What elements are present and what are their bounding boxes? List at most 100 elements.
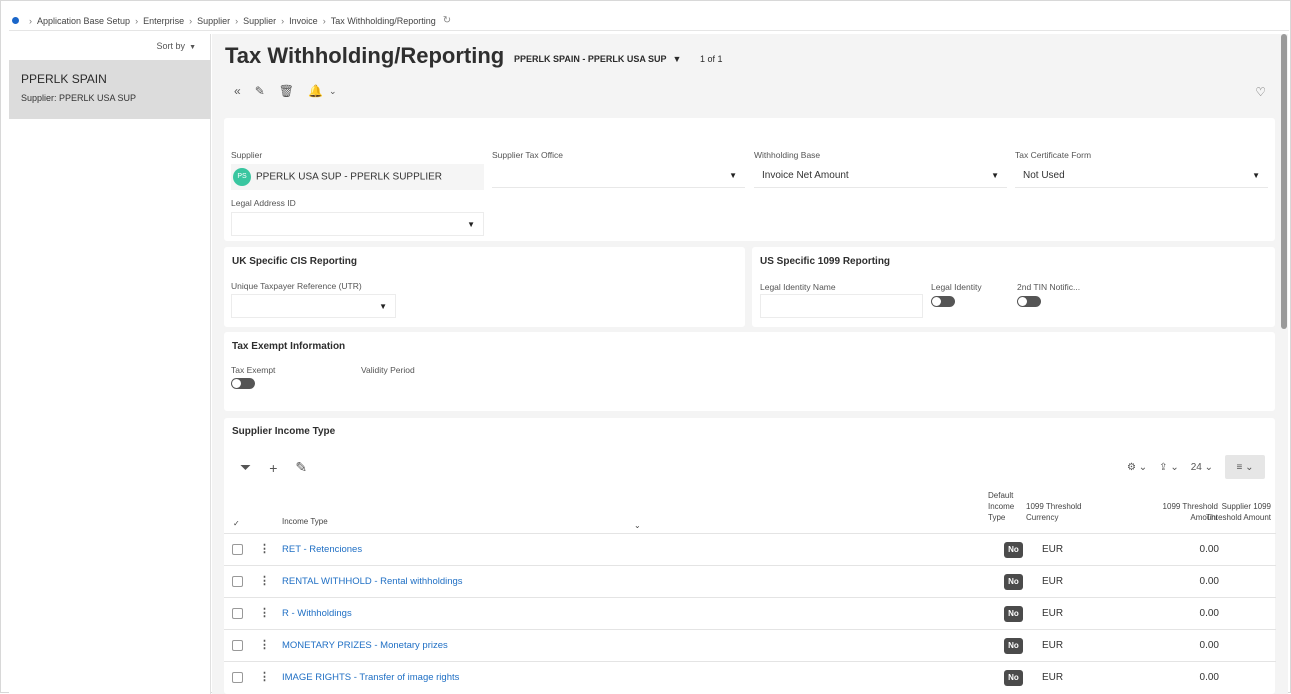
record-list-item[interactable]: PPERLK SPAIN Supplier: PPERLK USA SUP bbox=[9, 60, 211, 119]
income-type-title: Supplier Income Type bbox=[232, 426, 336, 437]
income-type-link[interactable]: R - Withholdings bbox=[282, 608, 352, 619]
header-line: Currency bbox=[1026, 513, 1059, 522]
chevron-right-icon: › bbox=[235, 15, 239, 26]
header-line: Default bbox=[988, 491, 1014, 500]
vertical-scrollbar[interactable] bbox=[1281, 34, 1287, 329]
favorite-icon[interactable]: ♡ bbox=[1255, 85, 1266, 99]
page-size-select[interactable]: 24 ⌄ bbox=[1191, 462, 1213, 473]
main-content: Tax Withholding/Reporting PPERLK SPAIN -… bbox=[212, 34, 1288, 694]
table-toolbar: ⏷ + ✎ bbox=[240, 459, 307, 476]
edit-icon[interactable]: ✎ bbox=[255, 84, 265, 98]
row-menu-icon[interactable]: ⋮ bbox=[259, 606, 270, 619]
dropdown-arrow-icon: ▼ bbox=[729, 171, 737, 180]
collapse-left-icon[interactable]: « bbox=[234, 84, 241, 98]
tax-office-select[interactable]: ▼ bbox=[492, 164, 745, 188]
chevron-down-icon[interactable]: ⌄ bbox=[329, 86, 337, 97]
row-menu-icon[interactable]: ⋮ bbox=[259, 638, 270, 651]
table-row[interactable]: ⋮ RENTAL WITHHOLD - Rental withholdings … bbox=[224, 565, 1276, 597]
legal-address-select[interactable]: ▼ bbox=[231, 212, 484, 236]
amount-cell: 0.00 bbox=[1199, 640, 1219, 651]
income-type-link[interactable]: IMAGE RIGHTS - Transfer of image rights bbox=[282, 672, 459, 683]
column-header-income-type[interactable]: Income Type bbox=[282, 516, 328, 527]
legal-identity-toggle[interactable] bbox=[931, 296, 955, 307]
breadcrumb-item[interactable]: Supplier bbox=[197, 16, 230, 26]
tax-exempt-card: Tax Exempt Information Tax Exempt Validi… bbox=[224, 332, 1275, 411]
withholding-base-select[interactable]: Invoice Net Amount ▼ bbox=[754, 164, 1007, 188]
row-menu-icon[interactable]: ⋮ bbox=[259, 574, 270, 587]
caret-down-icon: ▼ bbox=[672, 54, 682, 64]
column-header-supplier-threshold[interactable]: Supplier 1099 Threshold Amount bbox=[1192, 501, 1271, 523]
breadcrumb-item-current: Tax Withholding/Reporting bbox=[330, 15, 436, 26]
validity-period-label: Validity Period bbox=[361, 365, 415, 375]
tax-office-label: Supplier Tax Office bbox=[492, 150, 564, 160]
record-selector-label: PPERLK SPAIN - PPERLK USA SUP bbox=[514, 54, 667, 64]
legal-identity-name-label: Legal Identity Name bbox=[760, 282, 836, 292]
home-icon[interactable] bbox=[12, 17, 19, 24]
tax-exempt-title: Tax Exempt Information bbox=[232, 341, 346, 352]
record-list-pane: Sort by ▼ PPERLK SPAIN Supplier: PPERLK U… bbox=[9, 34, 211, 694]
income-type-link[interactable]: MONETARY PRIZES - Monetary prizes bbox=[282, 640, 448, 651]
utr-select[interactable]: ▼ bbox=[231, 294, 396, 318]
record-subtitle: Supplier: PPERLK USA SUP bbox=[21, 93, 137, 103]
list-view-icon: ≡ ⌄ bbox=[1236, 461, 1254, 473]
row-menu-icon[interactable]: ⋮ bbox=[259, 542, 270, 555]
table-row[interactable]: ⋮ IMAGE RIGHTS - Transfer of image right… bbox=[224, 661, 1276, 693]
sort-by-button[interactable]: Sort by ▼ bbox=[157, 41, 196, 51]
edit-icon[interactable]: ✎ bbox=[295, 459, 307, 476]
uk-cis-title: UK Specific CIS Reporting bbox=[232, 256, 358, 267]
settings-icon[interactable]: ⚙ ⌄ bbox=[1127, 462, 1147, 473]
delete-icon[interactable]: 🗑 bbox=[279, 84, 294, 98]
table-row[interactable]: ⋮ MONETARY PRIZES - Monetary prizes No E… bbox=[224, 629, 1276, 661]
row-checkbox[interactable] bbox=[232, 544, 243, 555]
breadcrumb-item[interactable]: Application Base Setup bbox=[37, 16, 130, 26]
row-checkbox[interactable] bbox=[232, 576, 243, 587]
row-checkbox[interactable] bbox=[232, 672, 243, 683]
dropdown-arrow-icon: ▼ bbox=[991, 171, 999, 180]
refresh-icon[interactable]: ↻ bbox=[443, 15, 451, 26]
select-all-checkbox[interactable]: ✓ bbox=[233, 518, 240, 529]
row-menu-icon[interactable]: ⋮ bbox=[259, 670, 270, 683]
row-checkbox[interactable] bbox=[232, 640, 243, 651]
breadcrumb-item[interactable]: Supplier bbox=[243, 16, 276, 26]
header-line: 1099 Threshold bbox=[1026, 502, 1082, 511]
toolbar: « ✎ 🗑 🔔 ⌄ bbox=[234, 84, 336, 98]
record-selector[interactable]: PPERLK SPAIN - PPERLK USA SUP ▼ bbox=[514, 54, 681, 64]
us-1099-title: US Specific 1099 Reporting bbox=[760, 256, 891, 267]
bell-icon[interactable]: 🔔 bbox=[308, 84, 323, 98]
table-row[interactable]: ⋮ RET - Retenciones No EUR 0.00 bbox=[224, 533, 1276, 565]
header-line: Income bbox=[988, 502, 1015, 511]
dropdown-arrow-icon: ▼ bbox=[1252, 171, 1260, 180]
filter-icon[interactable]: ⏷ bbox=[240, 459, 251, 476]
income-type-link[interactable]: RENTAL WITHHOLD - Rental withholdings bbox=[282, 576, 463, 587]
export-icon[interactable]: ⇪ ⌄ bbox=[1159, 462, 1179, 473]
column-header-default-income-type[interactable]: Default Income Type bbox=[988, 490, 1014, 523]
default-badge: No bbox=[1004, 606, 1023, 622]
chevron-right-icon: › bbox=[29, 15, 32, 26]
table-row[interactable]: ⋮ R - Withholdings No EUR 0.00 bbox=[224, 597, 1276, 629]
breadcrumb: › Application Base Setup › Enterprise › … bbox=[9, 11, 1289, 31]
default-badge: No bbox=[1004, 542, 1023, 558]
row-checkbox[interactable] bbox=[232, 608, 243, 619]
amount-cell: 0.00 bbox=[1199, 576, 1219, 587]
income-type-link[interactable]: RET - Retenciones bbox=[282, 544, 362, 555]
withholding-base-label: Withholding Base bbox=[754, 150, 821, 160]
tax-cert-select[interactable]: Not Used ▼ bbox=[1015, 164, 1268, 188]
column-sort-icon[interactable]: ⌄ bbox=[634, 520, 641, 531]
column-header-threshold-currency[interactable]: 1099 Threshold Currency bbox=[1026, 501, 1081, 523]
caret-down-icon: ▼ bbox=[189, 44, 196, 51]
tin-notification-label: 2nd TIN Notific... bbox=[1017, 282, 1081, 292]
page-title: Tax Withholding/Reporting bbox=[225, 43, 505, 68]
breadcrumb-item[interactable]: Invoice bbox=[289, 16, 318, 26]
tin-notification-toggle[interactable] bbox=[1017, 296, 1041, 307]
legal-identity-name-input[interactable] bbox=[760, 294, 923, 318]
tax-exempt-toggle[interactable] bbox=[231, 378, 255, 389]
add-icon[interactable]: + bbox=[269, 460, 277, 476]
view-mode-button[interactable]: ≡ ⌄ bbox=[1225, 455, 1265, 479]
breadcrumb-item[interactable]: Enterprise bbox=[143, 16, 184, 26]
legal-address-label: Legal Address ID bbox=[231, 198, 296, 208]
default-badge: No bbox=[1004, 638, 1023, 654]
chevron-right-icon: › bbox=[281, 15, 285, 26]
supplier-value: PPERLK USA SUP - PPERLK SUPPLIER bbox=[256, 171, 443, 183]
amount-cell: 0.00 bbox=[1199, 608, 1219, 619]
default-badge: No bbox=[1004, 574, 1023, 590]
